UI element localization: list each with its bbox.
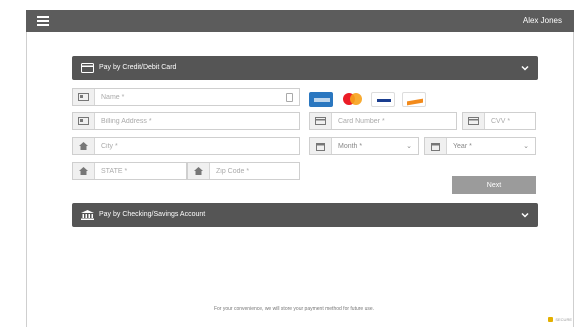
calendar-icon — [425, 138, 447, 154]
chevron-down-icon: ⌄ — [406, 143, 412, 150]
state-field[interactable] — [72, 162, 187, 180]
calendar-icon — [310, 138, 332, 154]
footer-note: For your convenience, we will store your… — [213, 306, 375, 312]
cvv-field[interactable] — [462, 112, 536, 130]
card-panel-title: Pay by Credit/Debit Card — [99, 64, 177, 71]
home-icon — [73, 163, 95, 179]
credit-card-icon — [81, 63, 94, 73]
visa-logo-icon — [371, 92, 395, 107]
chevron-down-icon — [521, 65, 529, 71]
card-number-field[interactable] — [309, 112, 457, 130]
id-card-icon — [73, 89, 95, 105]
secure-badge: SECURE — [548, 317, 572, 322]
secure-label: SECURE — [555, 317, 572, 322]
user-name[interactable]: Alex Jones — [523, 16, 562, 25]
discover-logo-icon — [402, 92, 426, 107]
bank-icon — [81, 210, 94, 220]
city-field[interactable] — [72, 137, 300, 155]
name-field[interactable] — [72, 88, 300, 106]
home-icon — [73, 138, 95, 154]
name-input[interactable] — [95, 89, 299, 105]
billing-address-field[interactable] — [72, 112, 300, 130]
chevron-down-icon — [521, 212, 529, 218]
state-input[interactable] — [95, 163, 186, 179]
card-number-icon — [310, 113, 332, 129]
menu-icon[interactable] — [37, 16, 49, 26]
zip-code-field[interactable] — [187, 162, 300, 180]
next-button[interactable]: Next — [452, 176, 536, 194]
zip-code-input[interactable] — [210, 163, 299, 179]
cvv-card-icon — [463, 113, 485, 129]
mastercard-logo-icon — [340, 92, 364, 107]
card-brand-logos — [309, 92, 426, 107]
lock-icon — [548, 317, 554, 322]
month-select[interactable]: Month * ⌄ — [309, 137, 419, 155]
city-input[interactable] — [95, 138, 299, 154]
card-number-input[interactable] — [332, 113, 456, 129]
bank-panel-title: Pay by Checking/Savings Account — [99, 211, 206, 218]
month-value: Month * — [338, 142, 363, 150]
top-bar: Alex Jones — [26, 10, 574, 32]
contact-card-icon — [286, 93, 293, 102]
year-value: Year * — [453, 142, 472, 150]
bank-panel-header[interactable]: Pay by Checking/Savings Account — [72, 203, 538, 227]
home-icon — [188, 163, 210, 179]
cvv-input[interactable] — [485, 113, 535, 129]
billing-address-input[interactable] — [95, 113, 299, 129]
year-select[interactable]: Year * ⌄ — [424, 137, 536, 155]
chevron-down-icon: ⌄ — [523, 143, 529, 150]
address-card-icon — [73, 113, 95, 129]
amex-logo-icon — [309, 92, 333, 107]
card-panel-header[interactable]: Pay by Credit/Debit Card — [72, 56, 538, 80]
